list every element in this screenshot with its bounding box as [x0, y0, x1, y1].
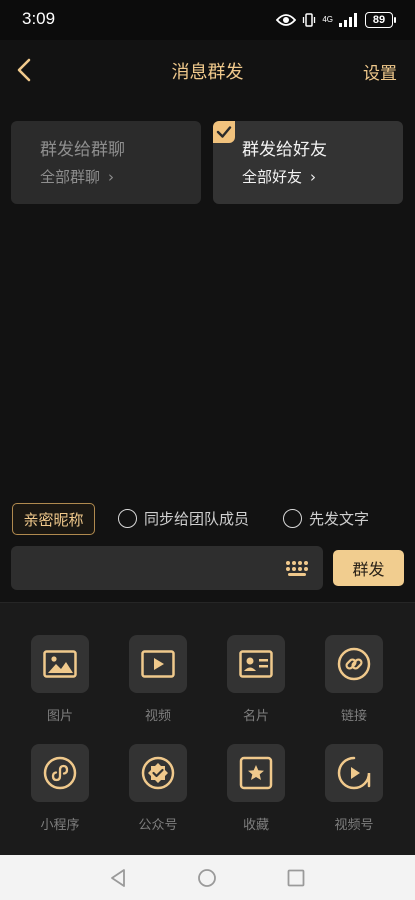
tool-icon-box [227, 744, 285, 802]
page-title: 消息群发 [171, 62, 244, 83]
tool-label: 视频号 [334, 818, 374, 833]
mini-program-icon [43, 756, 77, 790]
send-text-first-label: 先发文字 [309, 510, 370, 528]
video-icon [141, 650, 175, 678]
tool-mini-program[interactable]: 小程序 [20, 744, 100, 833]
chevron-right-icon: › [310, 168, 317, 186]
card-subtitle: 全部好友 › [242, 166, 316, 187]
system-nav-bar [0, 855, 415, 900]
tool-video[interactable]: 视频 [118, 635, 198, 724]
tool-image[interactable]: 图片 [20, 635, 100, 724]
home-circle-icon[interactable] [196, 867, 218, 889]
tool-icon-box [325, 744, 383, 802]
group-chat-card[interactable]: 群发给群聊 全部群聊 › [11, 121, 201, 204]
attachment-panel: 图片 视频 名片 链接 小程序 公众号 收藏 视频号 [0, 602, 415, 855]
tool-icon-box [31, 635, 89, 693]
nickname-button[interactable]: 亲密昵称 [12, 503, 95, 535]
radio-button[interactable] [283, 509, 302, 528]
card-subtitle: 全部群聊 › [40, 166, 114, 187]
checkmark-icon [213, 121, 235, 143]
tool-label: 链接 [340, 709, 367, 724]
back-triangle-icon[interactable] [107, 867, 129, 889]
sync-team-label: 同步给团队成员 [144, 510, 250, 528]
tool-favorites[interactable]: 收藏 [216, 744, 296, 833]
friends-card[interactable]: 群发给好友 全部好友 › [213, 121, 403, 204]
favorites-icon [239, 756, 273, 790]
tool-label: 视频 [144, 709, 171, 724]
broadcast-send-button[interactable]: 群发 [333, 550, 404, 586]
tool-label: 收藏 [242, 818, 269, 833]
signal-icon [339, 13, 357, 27]
tool-label: 公众号 [138, 818, 178, 833]
network-type: 4G [322, 15, 333, 24]
tool-icon-box [129, 744, 187, 802]
tool-icon-box [31, 744, 89, 802]
status-icons: 4G 89 [276, 11, 396, 29]
status-time: 3:09 [22, 9, 56, 28]
vibrate-icon [303, 13, 316, 27]
tool-link[interactable]: 链接 [314, 635, 394, 724]
tool-icon-box [325, 635, 383, 693]
official-account-icon [141, 756, 175, 790]
card-subtitle-text: 全部好友 [242, 168, 303, 186]
settings-button[interactable]: 设置 [363, 59, 397, 84]
tool-icon-box [129, 635, 187, 693]
battery-indicator: 89 [365, 12, 396, 28]
tool-contact-card[interactable]: 名片 [216, 635, 296, 724]
header: 消息群发 设置 [0, 40, 415, 100]
card-title: 群发给群聊 [40, 140, 125, 160]
keyboard-icon[interactable] [284, 557, 308, 579]
eye-icon [276, 14, 297, 26]
sync-team-option[interactable]: 同步给团队成员 [118, 508, 249, 529]
card-title: 群发给好友 [242, 140, 327, 160]
tool-label: 图片 [46, 709, 73, 724]
tool-label: 名片 [242, 709, 269, 724]
card-subtitle-text: 全部群聊 [40, 168, 101, 186]
image-icon [43, 650, 77, 678]
link-icon [337, 647, 371, 681]
tool-official-account[interactable]: 公众号 [118, 744, 198, 833]
options-row: 亲密昵称 同步给团队成员 先发文字 [0, 503, 415, 535]
contact-card-icon [239, 650, 273, 678]
radio-button[interactable] [118, 509, 137, 528]
chevron-right-icon: › [108, 168, 115, 186]
tool-channels[interactable]: 视频号 [314, 744, 394, 833]
status-bar: 3:09 4G 89 [0, 0, 415, 40]
send-text-first-option[interactable]: 先发文字 [283, 508, 369, 529]
channels-icon [337, 756, 371, 790]
message-input[interactable] [11, 546, 323, 590]
tool-icon-box [227, 635, 285, 693]
recents-square-icon[interactable] [285, 867, 307, 889]
tool-label: 小程序 [40, 818, 80, 833]
